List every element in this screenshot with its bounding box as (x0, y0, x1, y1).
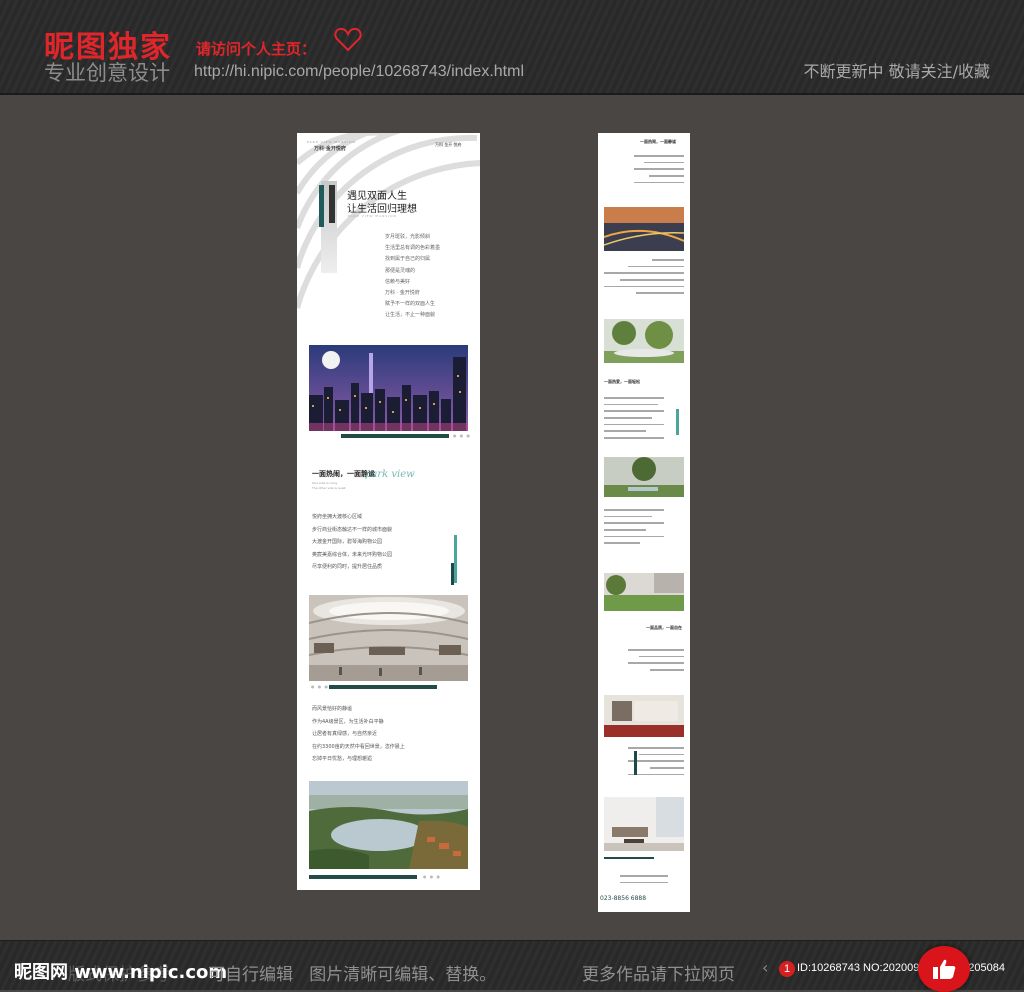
chevron-left-icon[interactable]: ‹ (762, 958, 768, 977)
section-en-line: The other side is quiet (312, 486, 346, 490)
text-lines (604, 509, 664, 549)
feature-list-1: 悦府坐拥大渡核心区域 步行商业街态触达不一样的城市面貌 大渡金开国际，碧琴海购物… (312, 511, 432, 574)
poem-line: 万科 · 金开悦府 (385, 290, 420, 297)
poem-line: 让生活，不止一种面貌 (385, 312, 436, 319)
poster-logo-right: 万科 金开 悦府 (435, 142, 462, 147)
poster-headline-en: PARK VIEW MANSION (348, 214, 397, 218)
photo-kitchen (604, 695, 684, 737)
image-id: ID:10268743 NO:20200922170423205084 (797, 962, 1005, 974)
photo-courtyard (604, 457, 684, 497)
dots-indicator: ● ● ● (423, 874, 442, 879)
accent-bar (604, 857, 654, 859)
list-item: 忘掉平日忧愁，与理想邂逅 (312, 756, 373, 762)
poem-line: 生活里总有调的色彩着墨 (385, 245, 441, 252)
update-notice: 不断更新中 敬请关注/收藏 (803, 62, 990, 81)
list-item: 让居者有真绿感，与自然亲近 (312, 731, 378, 737)
poster-brand: 万科·金开悦府 (314, 146, 346, 152)
accent-bar (329, 685, 437, 689)
accent-bar (309, 875, 417, 879)
photo-lake-park (309, 781, 468, 869)
accent-bar-dark (634, 751, 637, 775)
replace-text: 图片清晰可编辑、替换。 (309, 965, 497, 985)
poem-line: 找到属于自己的归属 (385, 256, 431, 263)
poster-right: 一面热闹，一面静谧 一面热爱，一面轻松 一面品质，一面自在 023-8856 6… (598, 133, 690, 912)
thumbs-up-icon (933, 959, 956, 979)
text-lines (604, 397, 664, 444)
accent-bar-dark (451, 563, 454, 585)
poem-line: 信赖与美好 (385, 278, 411, 285)
dots-indicator: ● ● ● (453, 433, 472, 438)
section-title: 一面品质，一面自在 (646, 625, 682, 630)
phone-number: 023-8856 6888 (600, 895, 647, 902)
section-en: One side is noisy The other side is quie… (312, 481, 346, 491)
photo-night-city (309, 345, 468, 431)
accent-bar-teal (454, 535, 457, 583)
list-item: 在约3300亩的天然中看回世景，恣作晨上 (312, 743, 405, 750)
list-item: 而风景恰好的静谧 (312, 706, 353, 712)
text-lines (628, 649, 684, 676)
list-item: 大渡金开国际，碧琴海购物公园 (312, 539, 383, 545)
photo-garden (604, 319, 684, 363)
poem-line: 岁月斑驳，光影倾斜 (385, 234, 431, 240)
more-works-link[interactable]: 更多作品请下拉网页 (582, 960, 735, 985)
list-item: 悦府坐拥大渡核心区域 (312, 514, 363, 520)
accent-bar-teal (676, 409, 679, 435)
photo-city-highway (604, 207, 684, 251)
list-item: 尽享便利的同时，提升居住品质 (312, 564, 383, 570)
photo-living-room (604, 797, 684, 851)
visit-label: 请访问个人主页： (196, 40, 317, 58)
brand-subtitle: 专业创意设计 (44, 61, 170, 85)
footer-edit-note: 可自行编辑 图片清晰可编辑、替换。 (208, 960, 496, 985)
photo-shopping-mall (309, 595, 468, 681)
dots-indicator: ● ● ● (311, 684, 330, 689)
section-script: park view (365, 469, 415, 480)
section-title: 一面热爱，一面轻松 (604, 379, 640, 384)
nipic-logo[interactable]: 昵图网 www.nipic.com (14, 958, 227, 984)
notification-badge: 1 (779, 961, 795, 977)
text-lines (634, 155, 684, 188)
list-item: 作为4A级景区，为生活补白平静 (312, 718, 384, 725)
section-title: 一面热闹，一面静谧 (640, 139, 676, 144)
feature-list-2: 而风景恰好的静谧 作为4A级景区，为生活补白平静 让居者有真绿感，与自然亲近 在… (312, 703, 432, 766)
text-lines (620, 875, 668, 888)
accent-bar (341, 434, 449, 438)
photo-lawn (604, 573, 684, 611)
heart-outline-icon[interactable] (334, 26, 362, 52)
poster-small-en: PARK VIEW MANSION (307, 140, 356, 144)
poster-poem: 岁月斑驳，光影倾斜 生活里总有调的色彩着墨 找到属于自己的归属 那便是灵魂的 信… (385, 232, 475, 322)
poem-line: 赋予不一样的双面人生 (385, 301, 436, 308)
editable-text: 可自行编辑 (208, 965, 293, 985)
tower-window (329, 185, 335, 223)
poster-left: PARK VIEW MANSION 万科·金开悦府 万科 金开 悦府 遇见双面人… (297, 133, 480, 890)
profile-url-link[interactable]: http://hi.nipic.com/people/10268743/inde… (194, 63, 524, 81)
tower-accent (319, 185, 324, 227)
poem-line: 那便是灵魂的 (385, 267, 416, 274)
text-lines (604, 259, 684, 299)
list-item: 步行商业街态触达不一样的城市面貌 (312, 526, 393, 533)
poster-headline-2: 让生活回归理想 (347, 204, 417, 215)
like-button[interactable] (918, 946, 970, 992)
list-item: 奥宸美嘉综合体，未来光环购物公园 (312, 551, 393, 558)
